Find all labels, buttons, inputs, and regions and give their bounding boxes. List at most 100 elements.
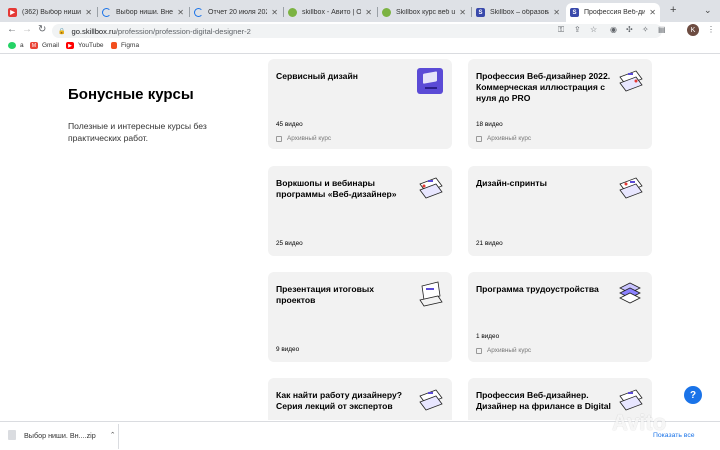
tab-title: Skillbox курс веб ui [396,9,456,16]
section-title: Бонусные курсы [68,86,194,103]
sidebar-icon[interactable]: ▤ [658,25,666,34]
bookmark-youtube[interactable]: ▶ YouTube [66,42,104,49]
tab-title: Skillbox – образоват [490,9,550,16]
skillbox-icon: S [570,8,579,17]
puzzle-icon[interactable]: ✧ [642,25,649,34]
course-title: Профессия Веб-дизайнер 2022. Коммерческа… [476,71,611,103]
stack-icon [619,282,641,304]
bookmark-label: YouTube [78,42,104,49]
close-icon[interactable]: ✕ [177,8,184,17]
tab-title: skillbox - Авито | Объ [302,9,362,16]
bookmark-gmail[interactable]: M Gmail [30,42,59,49]
close-icon[interactable]: ✕ [271,8,278,17]
course-title: Воркшопы и вебинары программы «Веб-дизай… [276,178,397,199]
bookmark-whatsapp[interactable]: a [8,42,24,49]
tab-skillbox[interactable]: S Skillbox – образоват ✕ [472,3,564,22]
presentation-icon [419,281,443,307]
course-card[interactable]: Программа трудоустройства 1 видео Архивн… [468,272,652,362]
reload-icon[interactable]: ↻ [38,24,46,35]
section-description: Полезные и интересные курсы без практиче… [68,121,207,143]
forward-icon[interactable]: → [22,24,32,35]
archive-icon [476,135,482,142]
bookmark-label: Figma [121,42,140,49]
archive-label: Архивный курс [476,347,531,354]
bookmark-figma[interactable]: Figma [111,42,139,49]
tab-niche[interactable]: Выбор ниши. Внешн ✕ [98,3,188,22]
bookmarks-bar: a M Gmail ▶ YouTube Figma [0,40,720,54]
archive-icon [476,347,482,354]
tab-title: (362) Выбор ниши. Вн [22,9,82,16]
tab-avito-1[interactable]: skillbox - Авито | Объ ✕ [284,3,376,22]
loading-icon [102,8,111,17]
loading-icon [194,8,203,17]
address-bar[interactable]: 🔒 go.skillbox.ru/profession/profession-d… [52,24,662,38]
close-icon[interactable]: ✕ [649,8,656,17]
archive-label: Архивный курс [476,135,531,142]
design-layers-icon [619,177,643,199]
tab-bar: ▶ (362) Выбор ниши. Вн ✕ Выбор ниши. Вне… [0,0,720,22]
extension-move-icon[interactable]: ✣ [626,25,633,34]
avito-icon [382,8,391,17]
close-icon[interactable]: ✕ [553,8,560,17]
share-icon[interactable]: ⇪ [574,25,581,34]
purple-screen-icon [417,68,443,94]
close-icon[interactable]: ✕ [459,8,466,17]
url-host: go.skillbox.ru [71,26,116,36]
design-layers-icon [419,389,443,411]
video-count: 45 видео [276,121,303,128]
archive-icon [276,135,282,142]
close-icon[interactable]: ✕ [85,8,92,17]
archive-label: Архивный курс [276,135,331,142]
video-count: 9 видео [276,346,300,353]
tab-title: Отчет 20 июля 2022 [208,9,268,16]
menu-icon[interactable]: ⋮ [707,25,715,34]
help-button[interactable]: ? [684,386,702,404]
course-title: Программа трудоустройства [476,284,599,294]
tab-title: Профессия Веб-ди [584,9,646,16]
course-title: Как найти работу дизайнеру? Серия лекций… [276,390,403,411]
avatar[interactable]: K [687,24,699,36]
new-tab-icon[interactable]: + [670,4,676,16]
file-icon [8,430,16,440]
tab-title: Выбор ниши. Внешн [116,9,174,16]
avito-icon [288,8,297,17]
browser-toolbar: ← → ↻ 🔒 go.skillbox.ru/profession/profes… [0,22,720,40]
tab-profession-active[interactable]: S Профессия Веб-ди ✕ [566,3,660,22]
video-count: 1 видео [476,333,500,340]
download-item[interactable]: Выбор ниши. Вн....zip ⌃ [8,430,116,440]
youtube-icon: ▶ [66,42,74,49]
skillbox-icon: S [476,8,485,17]
tab-search-icon[interactable]: ⌄ [704,5,712,16]
tab-avito-2[interactable]: Skillbox курс веб ui ✕ [378,3,470,22]
tab-youtube[interactable]: ▶ (362) Выбор ниши. Вн ✕ [4,3,96,22]
chevron-up-icon[interactable]: ⌃ [110,431,116,439]
key-icon[interactable]: ⚿ [558,25,564,35]
course-card[interactable]: Презентация итоговых проектов 9 видео [268,272,452,362]
star-icon[interactable]: ☆ [590,25,597,34]
avito-watermark: Avito [612,410,667,435]
video-count: 25 видео [276,240,303,247]
course-card[interactable]: Сервисный дизайн 45 видео Архивный курс [268,59,452,149]
youtube-icon: ▶ [8,8,17,17]
video-count: 18 видео [476,121,503,128]
gmail-icon: M [30,42,38,49]
course-title: Презентация итоговых проектов [276,284,375,305]
whatsapp-icon [8,42,16,49]
course-card[interactable]: Воркшопы и вебинары программы «Веб-дизай… [268,166,452,256]
back-icon[interactable]: ← [7,24,17,35]
lens-icon[interactable]: ◉ [610,25,617,34]
course-title: Профессия Веб-дизайнер. Дизайнер на фрил… [476,390,611,411]
course-card[interactable]: Как найти работу дизайнеру? Серия лекций… [268,378,452,420]
course-card[interactable]: Дизайн-спринты 21 видео [468,166,652,256]
design-layers-icon [419,177,443,199]
video-count: 21 видео [476,240,503,247]
course-title: Дизайн-спринты [476,178,547,188]
lock-icon: 🔒 [58,28,66,35]
course-title: Сервисный дизайн [276,71,358,81]
tab-report[interactable]: Отчет 20 июля 2022 ✕ [190,3,282,22]
close-icon[interactable]: ✕ [365,8,372,17]
bookmark-label: a [20,42,24,49]
course-card[interactable]: Профессия Веб-дизайнер 2022. Коммерческа… [468,59,652,149]
design-layers-icon [619,70,643,92]
bookmark-label: Gmail [42,42,59,49]
